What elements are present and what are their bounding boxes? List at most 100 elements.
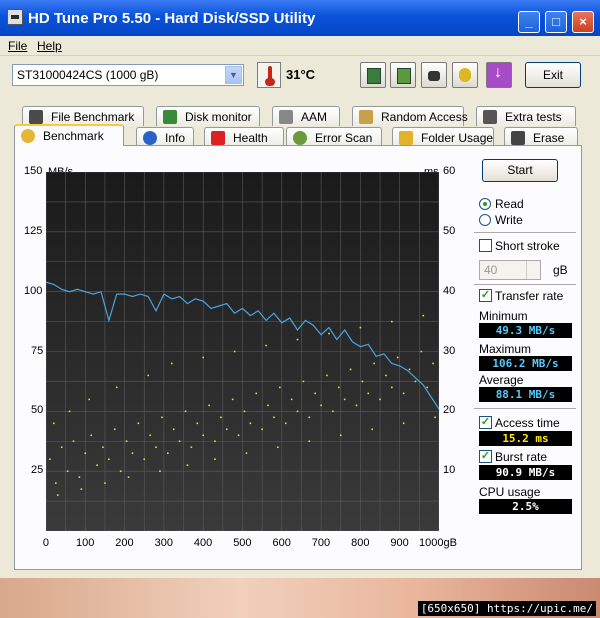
access-time-point — [225, 428, 228, 431]
x-tick-label: 600 — [272, 537, 291, 549]
tab-disk-monitor[interactable]: Disk monitor — [156, 106, 260, 126]
magnifier-icon — [293, 131, 307, 145]
access-time-point — [113, 428, 116, 431]
y-left-tick-label: 50 — [31, 404, 44, 417]
divider — [474, 408, 576, 409]
trash-icon — [511, 131, 525, 145]
transfer-rate-checkbox[interactable]: ✓ — [479, 289, 492, 302]
access-time-point — [172, 428, 175, 431]
burst-rate-label: Burst rate — [495, 450, 548, 464]
access-time-checkbox[interactable]: ✓ — [479, 416, 492, 429]
file-benchmark-icon — [29, 110, 43, 124]
access-time-point — [90, 434, 92, 437]
access-time-point — [155, 446, 157, 449]
tab-random-access[interactable]: Random Access — [352, 106, 468, 126]
x-tick-label: 0 — [42, 537, 50, 549]
x-tick-label: 800 — [351, 537, 370, 549]
title-bar[interactable]: HD Tune Pro 5.50 - Hard Disk/SSD Utility… — [0, 0, 600, 36]
drive-select-value: ST31000424CS (1000 gB) — [17, 68, 159, 82]
access-time-point — [265, 344, 267, 347]
divider — [474, 284, 576, 285]
access-time-point — [359, 326, 362, 329]
copy-text-button[interactable] — [360, 62, 386, 88]
minimum-value: 49.3 MB/s — [479, 323, 572, 338]
tab-extra-tests[interactable]: Extra tests — [476, 106, 576, 126]
tab-file-benchmark[interactable]: File Benchmark — [22, 106, 144, 126]
options-button[interactable] — [452, 62, 478, 88]
access-time-point — [55, 482, 57, 484]
y-right-tick-label: 10 — [443, 464, 456, 477]
access-time-point — [343, 398, 346, 401]
start-button[interactable]: Start — [482, 159, 558, 182]
read-radio[interactable] — [479, 198, 491, 210]
folder-icon — [399, 131, 413, 145]
menu-help[interactable]: Help — [37, 39, 62, 53]
window-title: HD Tune Pro 5.50 - Hard Disk/SSD Utility — [28, 10, 316, 27]
access-time-point — [332, 410, 334, 413]
menu-file[interactable]: File — [8, 39, 27, 53]
copy-all-button[interactable] — [390, 62, 416, 88]
access-time-point — [237, 434, 240, 437]
access-time-point — [131, 452, 134, 455]
temperature-readout: 31°C — [286, 67, 316, 82]
tab-benchmark[interactable]: Benchmark — [14, 124, 124, 146]
x-tick-label: 1000gB — [419, 537, 457, 549]
y-right-tick-label: 20 — [443, 404, 456, 417]
access-time-point — [361, 380, 364, 383]
write-radio[interactable] — [479, 214, 491, 226]
access-time-point — [104, 482, 106, 484]
tab-folder-usage[interactable]: Folder Usage — [392, 127, 494, 147]
access-time-point — [245, 452, 248, 455]
maximize-button[interactable]: □ — [545, 11, 567, 33]
access-time-point — [328, 332, 330, 335]
access-time-point — [326, 374, 328, 377]
save-button[interactable] — [486, 62, 512, 88]
tab-info[interactable]: Info — [136, 127, 194, 147]
drive-select[interactable]: ST31000424CS (1000 gB) ▼ — [12, 64, 244, 86]
tab-aam[interactable]: AAM — [272, 106, 340, 126]
tab-error-scan[interactable]: Error Scan — [286, 127, 382, 147]
x-tick-label: 500 — [233, 537, 252, 549]
spinner-arrows-icon[interactable] — [526, 261, 540, 279]
maximum-value: 106.2 MB/s — [479, 356, 572, 371]
access-time-point — [56, 494, 59, 496]
tab-erase[interactable]: Erase — [504, 127, 578, 147]
close-button[interactable]: × — [572, 11, 594, 33]
access-time-point — [108, 458, 110, 460]
access-time-point — [261, 428, 263, 431]
short-stroke-input[interactable]: 40 — [479, 260, 541, 280]
burst-rate-checkbox[interactable]: ✓ — [479, 450, 492, 463]
menu-bar: File Help — [0, 36, 600, 56]
info-icon — [143, 131, 157, 145]
access-time-point — [249, 422, 252, 425]
random-access-icon — [359, 110, 373, 124]
access-time-point — [149, 434, 151, 437]
access-time-value: 15.2 ms — [479, 431, 572, 446]
short-stroke-checkbox[interactable] — [479, 239, 492, 252]
screenshot-button[interactable] — [421, 62, 447, 88]
access-time-point — [202, 356, 204, 359]
average-value: 88.1 MB/s — [479, 387, 572, 402]
access-time-point — [202, 434, 204, 437]
tab-health[interactable]: Health — [204, 127, 284, 147]
divider — [474, 232, 576, 233]
short-stroke-unit: gB — [553, 263, 568, 277]
minimize-button[interactable]: _ — [518, 11, 540, 33]
exit-button[interactable]: Exit — [525, 62, 581, 88]
y-left-tick-label: 75 — [31, 344, 44, 357]
read-label: Read — [495, 197, 524, 211]
access-time-point — [284, 422, 287, 425]
access-time-point — [426, 386, 429, 389]
access-time-point — [208, 404, 210, 407]
access-time-point — [385, 374, 387, 377]
transfer-rate-label: Transfer rate — [495, 289, 564, 303]
access-time-point — [371, 428, 373, 431]
access-time-point — [434, 416, 436, 419]
access-time-point — [115, 386, 118, 389]
watermark: [650x650] https://upic.me/ — [417, 601, 596, 616]
burst-rate-value: 90.9 MB/s — [479, 465, 572, 480]
access-time-point — [143, 458, 146, 460]
access-time-point — [167, 452, 169, 455]
chevron-down-icon[interactable]: ▼ — [225, 66, 242, 84]
access-time-point — [214, 440, 216, 443]
